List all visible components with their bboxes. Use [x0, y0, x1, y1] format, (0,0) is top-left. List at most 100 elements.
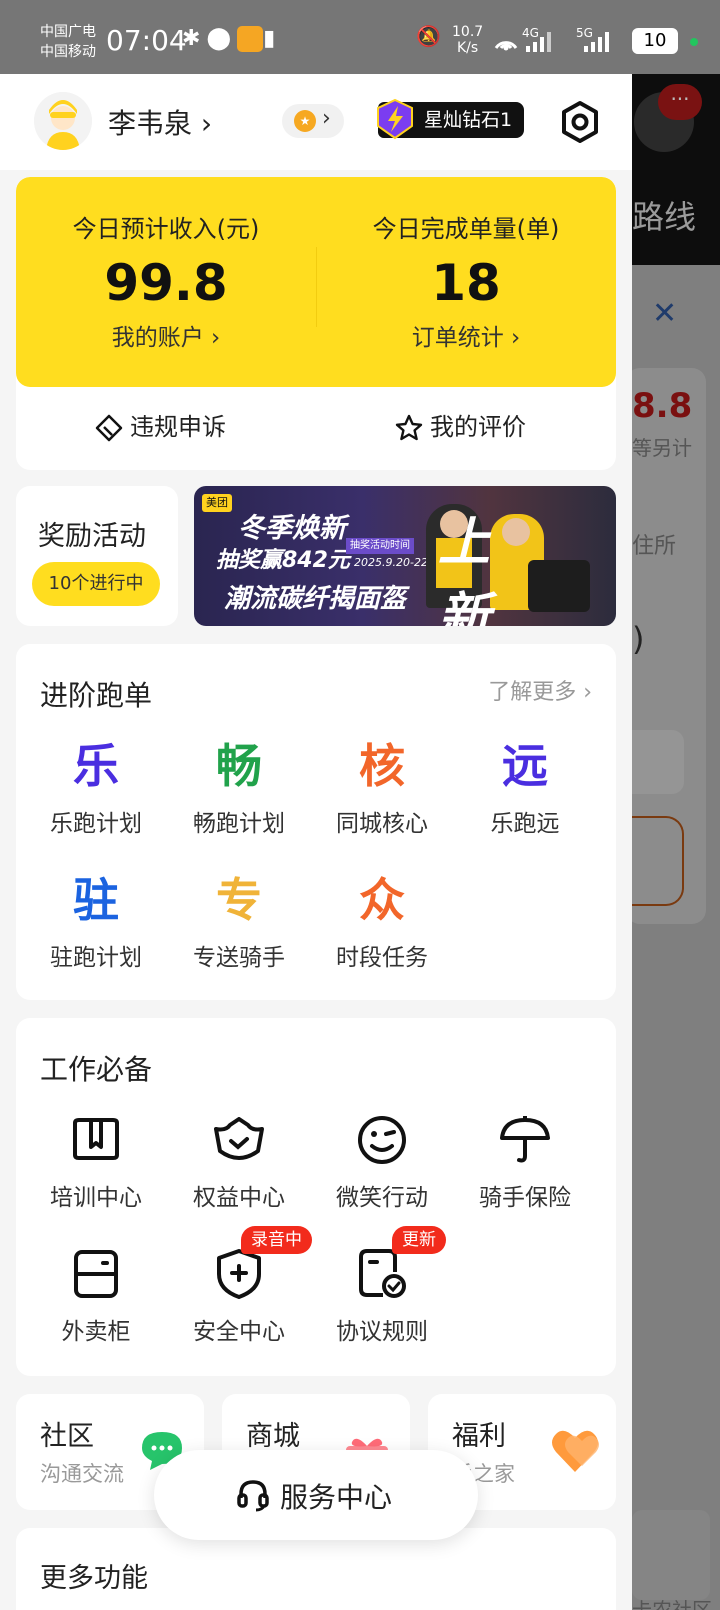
grid-item-agreement[interactable]: 协议规则 更新 [312, 1226, 452, 1346]
orders-label: 今日完成单量(单) [372, 215, 560, 243]
grid-item-timeslot[interactable]: 众 时段任务 [312, 870, 452, 972]
dedicated-icon: 专 [216, 873, 262, 927]
watermark-text: 卡农社区 [632, 1598, 712, 1610]
book-icon [73, 1118, 119, 1160]
username-link[interactable]: 李韦泉 › [108, 102, 212, 142]
chang-icon: 畅 [216, 739, 262, 793]
message-badge: ··· [658, 84, 702, 120]
grid-item-label: 权益中心 [193, 1185, 285, 1211]
reward-activities-card[interactable]: 奖励活动 10个进行中 [16, 486, 178, 626]
my-rating-button[interactable]: 我的评价 [394, 407, 526, 447]
lightning-gem-icon [377, 98, 413, 140]
grid-item-label: 乐跑远 [490, 811, 560, 837]
settings-icon[interactable] [556, 98, 604, 146]
background-page: ··· 路线 ✕ 8.8 等另计 住所 ) 卡农社区 [632, 0, 720, 1610]
signal-1-icon [526, 32, 551, 52]
learn-more-link[interactable]: 了解更多 › [488, 674, 592, 706]
background-route-text: 路线 [632, 198, 697, 236]
grid-item-station[interactable]: 驻 驻跑计划 [26, 870, 166, 972]
advanced-section: 进阶跑单 了解更多 › 乐 乐跑计划 畅 畅跑计划 核 同城核心 远 乐跑远 驻… [16, 644, 616, 1000]
orders-value: 18 [431, 254, 501, 312]
grid-item-label: 乐跑计划 [50, 811, 142, 837]
mini-card-title: 福利 [452, 1421, 506, 1452]
grid-item-dedicated[interactable]: 专 专送骑手 [169, 870, 309, 972]
appeal-icon [95, 414, 123, 442]
grid-item-chang[interactable]: 畅 畅跑计划 [169, 736, 309, 838]
username: 李韦泉 [108, 107, 193, 140]
grid-item-core[interactable]: 核 同城核心 [312, 736, 452, 838]
more-functions-section: 更多功能 [16, 1528, 616, 1610]
level-pill[interactable]: ★ › [282, 104, 344, 138]
update-badge: 更新 [392, 1226, 446, 1254]
background-text: 等另计 [632, 436, 692, 460]
net-speed: 10.7 K/s [452, 24, 483, 56]
locker-icon [74, 1250, 118, 1298]
grid-item-benefits[interactable]: 权益中心 [169, 1110, 309, 1212]
appeal-button[interactable]: 违规申诉 [94, 407, 226, 447]
chevron-right-icon: › [200, 107, 213, 140]
carrier-2: 中国移动 [40, 44, 96, 60]
grid-item-le[interactable]: 乐 乐跑计划 [26, 736, 166, 838]
grid-item-label: 时段任务 [336, 945, 428, 971]
mini-card-title: 社区 [40, 1421, 94, 1452]
mini-card-subtitle: 沟通交流 [40, 1462, 124, 1486]
background-bottom-card [632, 1510, 710, 1600]
grid-item-insurance[interactable]: 骑手保险 [455, 1110, 595, 1212]
promo-banner[interactable]: 美团 冬季焕新 抽奖赢842元 潮流碳纤揭面盔 抽奖活动时间 2025.9.20… [194, 486, 616, 626]
banner-headline: 冬季焕新 [238, 513, 346, 544]
bluetooth-icon: ✱ [182, 26, 207, 51]
document-icon [359, 1249, 406, 1298]
grid-item-training[interactable]: 培训中心 [26, 1110, 166, 1212]
umbrella-icon [500, 1116, 550, 1163]
carrier-labels: 中国广电 中国移动 [40, 22, 96, 62]
shield-icon [217, 1249, 261, 1299]
grid-item-far[interactable]: 远 乐跑远 [455, 736, 595, 838]
banner-date: 2025.9.20-22 [354, 556, 428, 569]
net-speed-value: 10.7 [452, 24, 484, 40]
grid-item-label: 驻跑计划 [50, 945, 142, 971]
my-account-link[interactable]: 我的账户 › [16, 318, 316, 352]
grid-item-safety[interactable]: 安全中心 录音中 [169, 1226, 312, 1346]
station-icon: 驻 [73, 873, 119, 927]
work-essentials-section: 工作必备 培训中心 权益中心 微笑行动 骑手保险 外卖柜 安全中心 录音中 协议… [16, 1018, 616, 1376]
reward-title: 奖励活动 [38, 521, 146, 552]
order-stats-link[interactable]: 订单统计 › [316, 318, 616, 352]
orders-column[interactable]: 今日完成单量(单) 18 订单统计 › [316, 209, 616, 352]
star-icon [395, 414, 423, 441]
my-rating-label: 我的评价 [430, 413, 526, 441]
grid-item-label: 同城核心 [336, 811, 428, 837]
privacy-dot [690, 38, 698, 46]
banner-product: 潮流碳纤揭面盔 [224, 584, 407, 614]
income-label: 今日预计收入(元) [72, 215, 260, 243]
income-summary: 今日预计收入(元) 99.8 我的账户 › 今日完成单量(单) 18 订单统计 … [16, 177, 616, 387]
section-title: 工作必备 [40, 1053, 153, 1086]
grid-item-smile[interactable]: 微笑行动 [312, 1110, 452, 1212]
grid-item-label: 微笑行动 [336, 1185, 428, 1211]
mute-icon: 🔕 [416, 24, 445, 48]
status-bar: 中国广电 中国移动 07:04 ✱⬤ ▮ 🔕 10.7 K/s 4G 5G 10 [0, 0, 720, 74]
le-icon: 乐 [73, 739, 119, 793]
heart-icon [552, 1430, 599, 1472]
background-button [632, 816, 684, 906]
appeal-label: 违规申诉 [130, 413, 226, 441]
notice-icon: ▮ [263, 26, 282, 51]
signal-2-icon [584, 32, 609, 52]
clock: 07:04 [106, 24, 187, 57]
level-badge[interactable]: 星灿钻石1 [377, 98, 524, 140]
brand-text: 美团 [206, 496, 228, 509]
banner-side-text: 上新 [438, 513, 545, 626]
hotspot-icon [494, 41, 518, 51]
location-icon: ⬤ [206, 26, 238, 51]
grid-item-label: 安全中心 [193, 1319, 285, 1345]
chevron-right-icon: › [322, 106, 331, 131]
income-value: 99.8 [104, 254, 228, 312]
headset-icon [237, 1480, 269, 1512]
close-icon: ✕ [652, 296, 678, 331]
background-amount: 8.8 [632, 386, 693, 426]
grid-item-locker[interactable]: 外卖柜 [26, 1244, 166, 1346]
service-center-button[interactable]: 服务中心 [154, 1450, 478, 1540]
smile-icon [358, 1116, 406, 1164]
brand-logo: 美团 [202, 494, 232, 512]
income-column[interactable]: 今日预计收入(元) 99.8 我的账户 › [16, 209, 316, 352]
avatar[interactable] [34, 92, 92, 150]
